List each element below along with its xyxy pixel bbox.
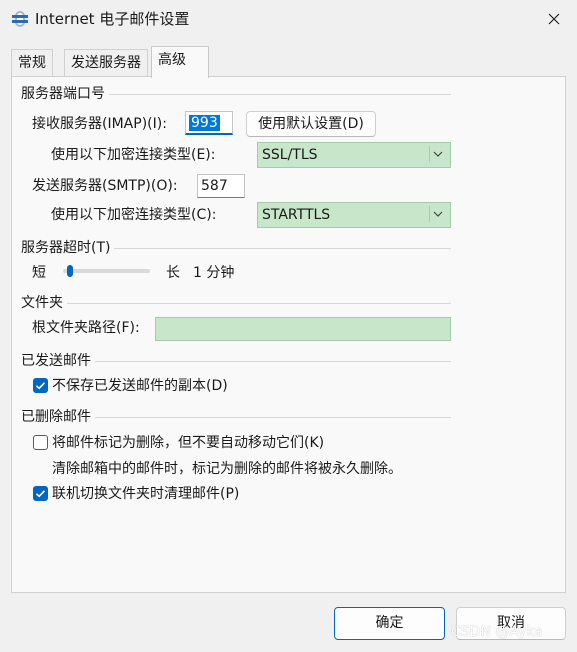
- outgoing-port-value: 587: [201, 178, 228, 194]
- checkmark-icon: [35, 490, 46, 498]
- incoming-encryption-value: SSL/TLS: [262, 147, 318, 163]
- incoming-encryption-label: 使用以下加密连接类型(E):: [51, 147, 216, 163]
- tab-general[interactable]: 常规: [11, 49, 53, 77]
- outgoing-encryption-label: 使用以下加密连接类型(C):: [51, 207, 217, 223]
- dont-save-sent-checkbox[interactable]: [33, 378, 48, 393]
- timeout-slider-thumb[interactable]: [67, 265, 74, 277]
- purge-on-switch-checkbox[interactable]: [33, 486, 48, 501]
- tab-advanced[interactable]: 高级: [151, 46, 209, 78]
- incoming-port-input[interactable]: 993: [185, 111, 233, 135]
- incoming-encryption-select[interactable]: SSL/TLS: [257, 142, 451, 168]
- window-title: Internet 电子邮件设置: [35, 10, 190, 28]
- timeout-long-label: 长: [166, 265, 180, 281]
- outlook-settings-icon: [10, 9, 30, 29]
- outgoing-encryption-value: STARTTLS: [262, 207, 331, 223]
- chevron-down-icon: [429, 146, 446, 162]
- root-folder-path-input[interactable]: [155, 317, 451, 341]
- close-button[interactable]: [531, 0, 577, 38]
- timeout-short-label: 短: [32, 265, 46, 281]
- section-divider: [21, 303, 451, 304]
- root-folder-path-label: 根文件夹路径(F):: [32, 320, 140, 336]
- incoming-port-value: 993: [189, 115, 220, 131]
- checkmark-icon: [35, 382, 46, 390]
- section-title-timeout: 服务器超时(T): [21, 239, 115, 257]
- section-title-folders: 文件夹: [21, 294, 67, 312]
- section-title-sent-items: 已发送邮件: [21, 352, 95, 370]
- outgoing-server-label: 发送服务器(SMTP)(O):: [32, 178, 178, 194]
- mark-for-deletion-checkbox[interactable]: [33, 435, 48, 450]
- timeout-value: 1 分钟: [193, 265, 235, 281]
- dont-save-sent-label[interactable]: 不保存已发送邮件的副本(D): [52, 376, 228, 396]
- section-title-deleted-items: 已删除邮件: [21, 408, 95, 426]
- mark-for-deletion-label[interactable]: 将邮件标记为删除，但不要自动移动它们(K): [52, 433, 324, 453]
- use-defaults-button[interactable]: 使用默认设置(D): [246, 111, 376, 137]
- ok-button[interactable]: 确定: [334, 607, 445, 640]
- timeout-slider[interactable]: [63, 269, 150, 273]
- incoming-server-label: 接收服务器(IMAP)(I):: [32, 116, 167, 132]
- outgoing-encryption-select[interactable]: STARTTLS: [257, 202, 451, 228]
- close-icon: [548, 13, 560, 25]
- tab-outgoing-server[interactable]: 发送服务器: [64, 49, 148, 77]
- purge-on-switch-label[interactable]: 联机切换文件夹时清理邮件(P): [52, 484, 239, 504]
- chevron-down-icon: [429, 206, 446, 222]
- section-title-server-ports: 服务器端口号: [21, 85, 109, 103]
- watermark-text: CSDN @Ayka: [451, 624, 543, 640]
- outgoing-port-input[interactable]: 587: [197, 174, 245, 198]
- mark-for-deletion-note: 清除邮箱中的邮件时，标记为删除的邮件将被永久删除。: [52, 461, 402, 477]
